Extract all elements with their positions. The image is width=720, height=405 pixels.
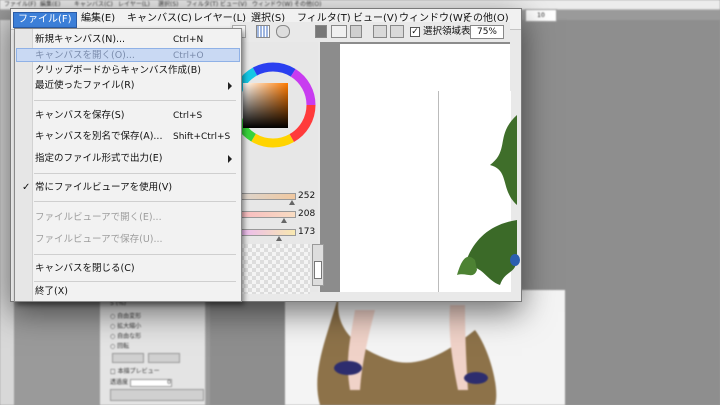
menu-canvas[interactable]: キャンバス(C) [123, 12, 196, 26]
swatch-scroll-thumb[interactable] [314, 261, 322, 279]
bg-zoom-field: 10 [525, 9, 557, 22]
color-swatch-area[interactable] [240, 244, 310, 294]
menu-item-open-canvas[interactable]: キャンバスを開く(O)... Ctrl+O [16, 48, 240, 62]
check-icon: ✓ [22, 182, 31, 193]
slider-g-handle[interactable] [281, 218, 287, 223]
redo-icon-button[interactable] [350, 25, 362, 38]
show-selection-checkbox[interactable]: ✓ [410, 27, 420, 37]
undo-icon-button[interactable] [331, 25, 347, 38]
menu-item-open-in-viewer: ファイルビューアで開く(E)... [35, 212, 162, 223]
slider-r-value: 252 [298, 191, 316, 201]
grid-icon-button[interactable] [256, 25, 270, 38]
dropdown-icon-button[interactable] [315, 25, 327, 38]
canvas-toolbar: ✓ 選択領域表示 75% [230, 22, 510, 42]
menu-item-save-in-viewer: ファイルビューアで保存(U)... [35, 234, 163, 245]
menu-separator [34, 281, 236, 282]
eye-icon-button[interactable] [276, 25, 290, 38]
menu-item-always-file-viewer[interactable]: ✓ 常にファイルビューアを使用(V) [16, 181, 240, 195]
menu-item-exit[interactable]: 終了(X) [16, 285, 240, 299]
menu-item-new-canvas[interactable]: 新規キャンバス(N)... Ctrl+N [16, 33, 240, 47]
color-wheel-clip [233, 45, 317, 185]
menu-separator [34, 201, 236, 202]
menu-item-save[interactable]: キャンバスを保存(S) Ctrl+S [16, 109, 240, 123]
zoom-field[interactable]: 75% [470, 25, 504, 39]
bg-button [110, 389, 204, 401]
bg-button [112, 353, 144, 363]
menu-item-from-clipboard[interactable]: クリップボードからキャンバス作成(B) [16, 64, 240, 78]
bg-panel-row: ○ 拡大縮小 [110, 323, 142, 330]
menu-separator [34, 100, 236, 101]
bg-panel-row: □ 本描プレビュー [110, 368, 160, 375]
slider-b-handle[interactable] [276, 236, 282, 241]
menu-edit[interactable]: 編集(E) [77, 12, 119, 26]
menu-item-close-canvas[interactable]: キャンバスを閉じる(C) [16, 262, 240, 276]
color-wheel[interactable] [233, 45, 317, 185]
menu-file[interactable]: ファイル(F) [13, 12, 77, 28]
submenu-arrow-icon [228, 82, 232, 90]
menu-item-export[interactable]: 指定のファイル形式で出力(E) [16, 152, 240, 166]
deselect-icon-button[interactable] [373, 25, 387, 38]
slider-b-value: 173 [298, 227, 316, 237]
swatch-scrollbar[interactable] [312, 244, 324, 286]
menu-item-save-as[interactable]: キャンバスを別名で保存(A)... Shift+Ctrl+S [16, 130, 240, 144]
bg-button [148, 353, 180, 363]
menu-item-recent-files[interactable]: 最近使ったファイル(R) [16, 79, 240, 93]
file-menu-dropdown: 新規キャンバス(N)... Ctrl+N キャンバスを開く(O)... Ctrl+O… [14, 28, 242, 302]
submenu-arrow-icon [228, 155, 232, 163]
canvas-illustration [317, 290, 497, 405]
invert-icon-button[interactable] [390, 25, 404, 38]
canvas-foliage [457, 115, 520, 285]
bg-panel-row: ○ 回転 [110, 343, 130, 350]
slider-r-handle[interactable] [289, 200, 295, 205]
bg-panel-row: ○ 自由変形 [110, 313, 142, 320]
bg-panel-row: ○ 自由な形 [110, 333, 142, 340]
slider-g-value: 208 [298, 209, 316, 219]
bg-panel-row: 透過度 0 [110, 378, 172, 387]
menu-separator [34, 254, 236, 255]
menu-separator [34, 173, 236, 174]
